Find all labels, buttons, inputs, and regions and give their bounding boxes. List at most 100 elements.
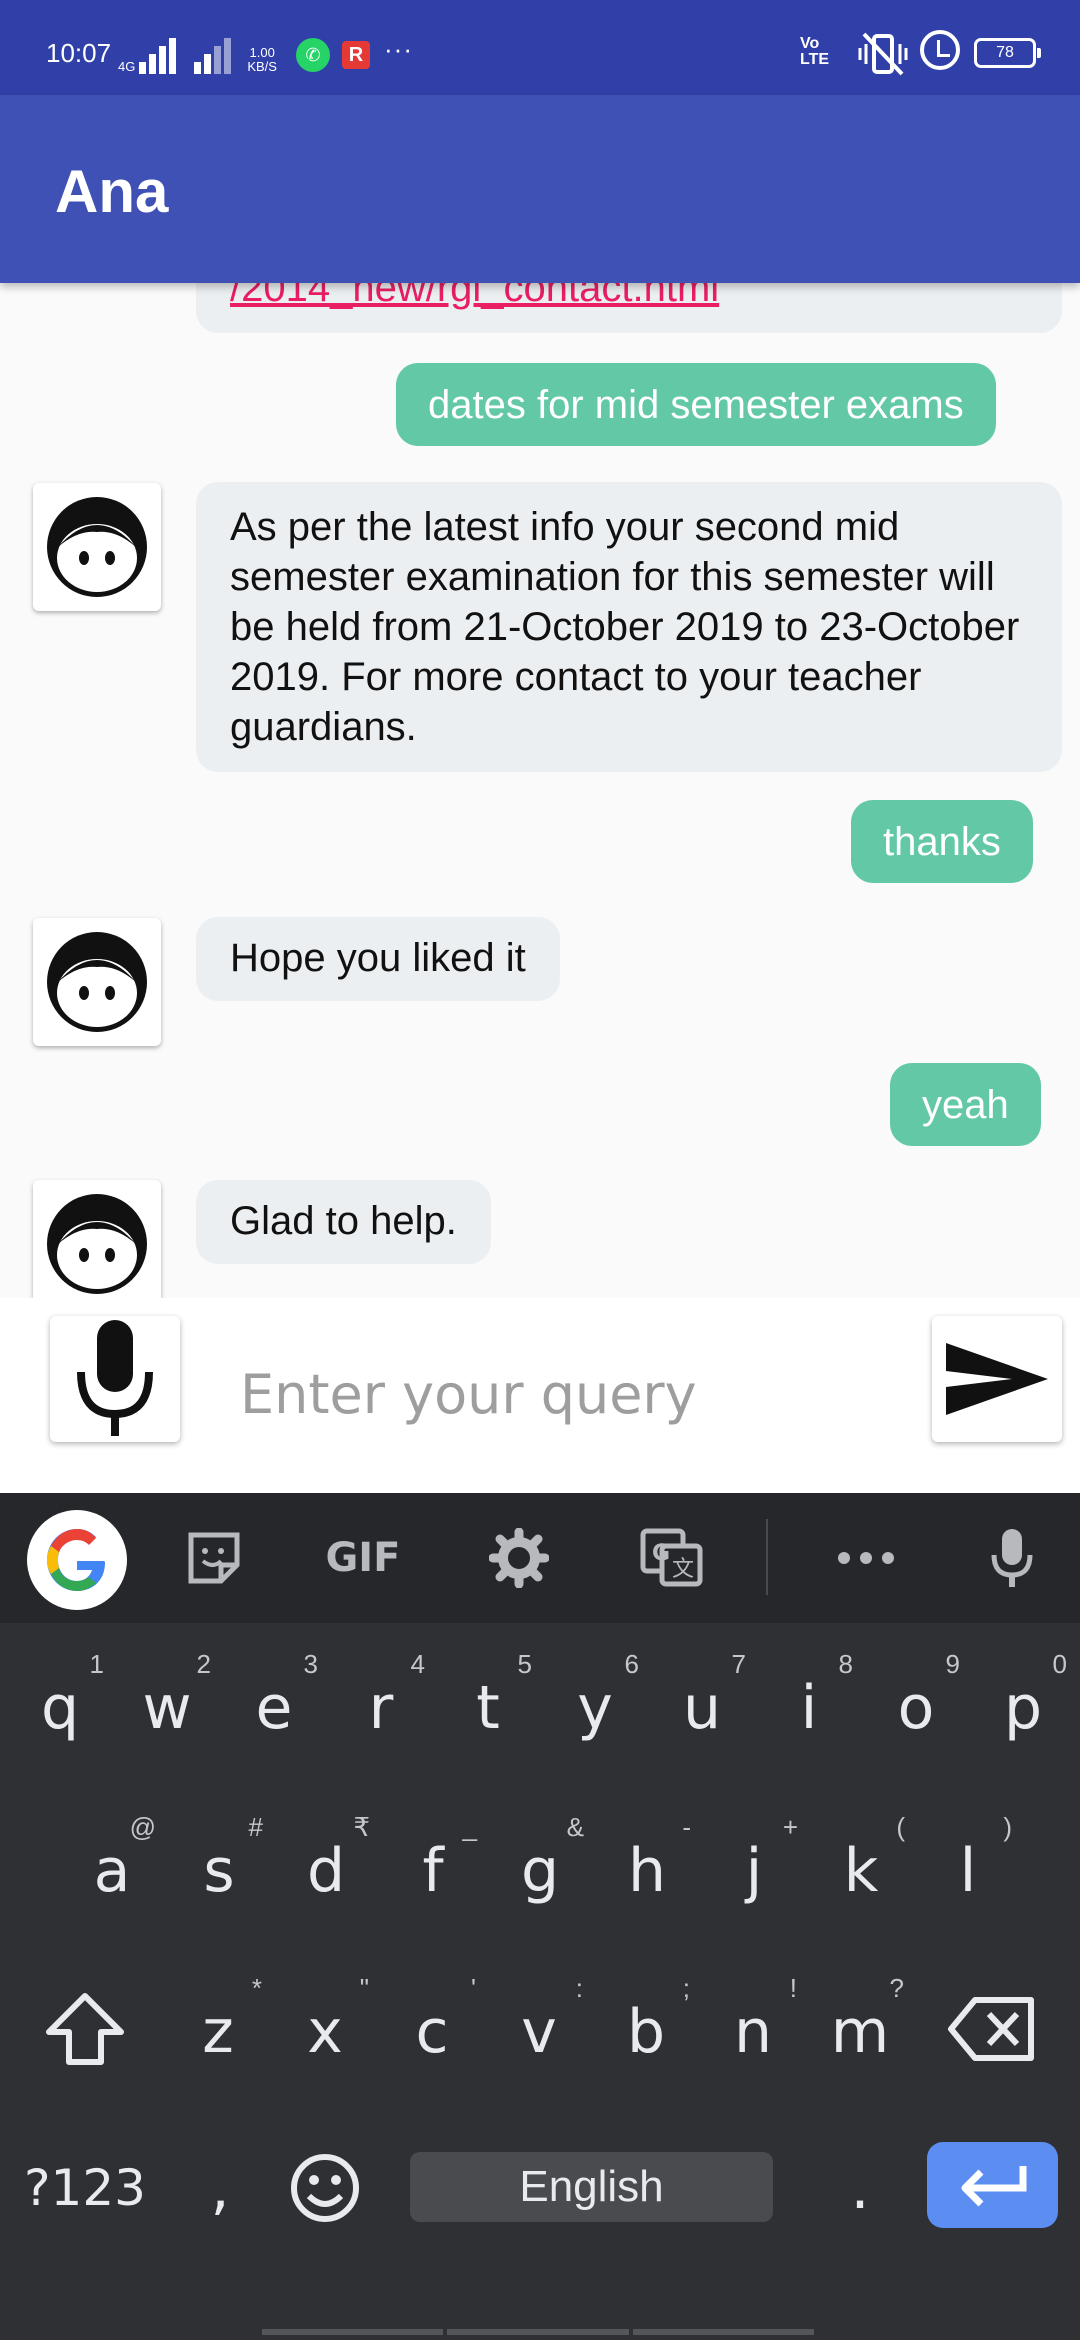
key-c[interactable]: c ' <box>380 1973 484 2087</box>
key-g[interactable]: g & <box>488 1812 592 1926</box>
key-v[interactable]: v: <box>487 1973 591 2087</box>
key-u[interactable]: u7 <box>650 1649 754 1763</box>
key-hint: * <box>251 1973 262 2003</box>
volte-icon: Vo LTE <box>800 35 830 68</box>
key-label: q <box>40 1673 80 1743</box>
query-input[interactable] <box>240 1338 880 1450</box>
backspace-icon <box>948 1997 1034 2061</box>
app-bar: Ana <box>0 95 1080 283</box>
signal-bars-icon <box>139 38 177 74</box>
key-q[interactable]: q1 <box>8 1649 112 1763</box>
soft-keyboard: GIF G 文 q 1 w 2 e 3 r 4 t 5 y 6 u 7 i 8 … <box>0 1493 1080 2340</box>
voice-input-button[interactable] <box>50 1316 180 1442</box>
gif-button[interactable]: GIF <box>320 1523 406 1593</box>
voice-typing-button[interactable] <box>980 1523 1044 1593</box>
key-hint: 5 <box>517 1649 532 1679</box>
network-type: 4G <box>118 59 136 74</box>
key-s[interactable]: s # <box>167 1812 271 1926</box>
key-hint: 8 <box>838 1649 853 1679</box>
more-options-button[interactable] <box>834 1523 898 1593</box>
network-speed: 1.00 KB/S <box>247 45 277 74</box>
keyboard-toolbar: GIF G 文 <box>0 1493 1080 1623</box>
key-x[interactable]: x " <box>273 1973 377 2087</box>
key-k[interactable]: k( <box>809 1812 913 1926</box>
emoji-icon <box>291 2154 359 2222</box>
more-notifications-icon: ··· <box>384 34 413 64</box>
key-r[interactable]: r4 <box>329 1649 433 1763</box>
user-message: dates for mid semester exams <box>396 363 996 446</box>
key-m[interactable]: m? <box>808 1973 912 2087</box>
shift-key[interactable] <box>40 1981 130 2077</box>
whatsapp-icon: ✆ <box>296 38 330 72</box>
send-button[interactable] <box>932 1316 1062 1442</box>
bot-face-icon <box>47 497 147 597</box>
key-o[interactable]: o9 <box>864 1649 968 1763</box>
backspace-key[interactable] <box>944 1981 1040 2077</box>
svg-text:G: G <box>652 1541 670 1566</box>
space-key[interactable]: English <box>410 2152 773 2222</box>
key-label: x <box>307 1997 343 2067</box>
send-icon <box>946 1343 1048 1415</box>
key-label: n <box>733 1997 773 2067</box>
key-d[interactable]: d ₹ <box>274 1812 378 1926</box>
key-hint: 7 <box>731 1649 746 1679</box>
key-t[interactable]: t5 <box>436 1649 540 1763</box>
translate-icon: G 文 <box>640 1528 703 1587</box>
settings-button[interactable] <box>487 1523 551 1593</box>
key-i[interactable]: i8 <box>757 1649 861 1763</box>
key-b[interactable]: b; <box>594 1973 698 2087</box>
key-hint: 3 <box>303 1649 318 1679</box>
key-hint: " <box>359 1973 369 2003</box>
key-p[interactable]: p0 <box>971 1649 1075 1763</box>
key-hint: : <box>575 1973 583 2003</box>
key-w[interactable]: w2 <box>115 1649 219 1763</box>
translate-button[interactable]: G 文 <box>638 1523 706 1593</box>
microphone-icon <box>991 1529 1033 1587</box>
key-hint: 4 <box>410 1649 425 1679</box>
comma-key[interactable]: , <box>190 2143 250 2233</box>
chat-list[interactable]: /2014_new/rgi_contact.html dates for mid… <box>0 283 1080 1298</box>
key-h[interactable]: h- <box>595 1812 699 1926</box>
status-bar: 10:07 4G 1.00 KB/S ✆ R ··· Vo LTE 78 <box>0 0 1080 95</box>
key-f[interactable]: f _ <box>381 1812 485 1926</box>
key-hint: @ <box>129 1812 156 1842</box>
bot-message: As per the latest info your second mid s… <box>196 482 1062 772</box>
signal-bars-2-icon <box>194 38 232 74</box>
key-n[interactable]: n! <box>701 1973 805 2087</box>
alarm-icon <box>920 30 960 70</box>
google-search-button[interactable] <box>27 1510 127 1610</box>
network-indicator: 4G 1.00 KB/S <box>118 24 277 74</box>
key-hint: ( <box>896 1812 905 1842</box>
emoji-key[interactable] <box>280 2143 370 2233</box>
key-l[interactable]: l) <box>916 1812 1020 1926</box>
key-e[interactable]: e3 <box>222 1649 326 1763</box>
key-label: t <box>476 1673 500 1743</box>
key-label: h <box>627 1836 667 1906</box>
bot-avatar <box>33 483 161 611</box>
bot-message: /2014_new/rgi_contact.html <box>196 283 1062 333</box>
key-hint: - <box>682 1812 691 1842</box>
key-label: z <box>202 1997 234 2067</box>
input-bar <box>0 1298 1080 1493</box>
key-j[interactable]: j + <box>702 1812 806 1926</box>
key-hint: ! <box>789 1973 797 2003</box>
shift-icon <box>46 1993 124 2065</box>
key-label: o <box>897 1673 935 1743</box>
contact-link[interactable]: /2014_new/rgi_contact.html <box>230 283 719 310</box>
period-key[interactable]: . <box>830 2143 890 2233</box>
key-label: s <box>203 1836 235 1906</box>
sticker-button[interactable] <box>182 1523 246 1593</box>
key-label: u <box>682 1673 722 1743</box>
enter-icon <box>961 2166 1026 2207</box>
key-y[interactable]: y6 <box>543 1649 647 1763</box>
key-a[interactable]: a @ <box>60 1812 164 1926</box>
key-hint: ) <box>1003 1812 1012 1842</box>
key-label: f <box>422 1836 444 1906</box>
enter-key[interactable] <box>927 2142 1058 2228</box>
microphone-icon <box>77 1320 153 1436</box>
key-z[interactable]: z * <box>166 1973 270 2087</box>
key-label: y <box>577 1673 613 1743</box>
bot-message: Hope you liked it <box>196 917 560 1001</box>
symbols-key[interactable]: ?123 <box>20 2143 150 2233</box>
key-label: b <box>626 1997 666 2067</box>
